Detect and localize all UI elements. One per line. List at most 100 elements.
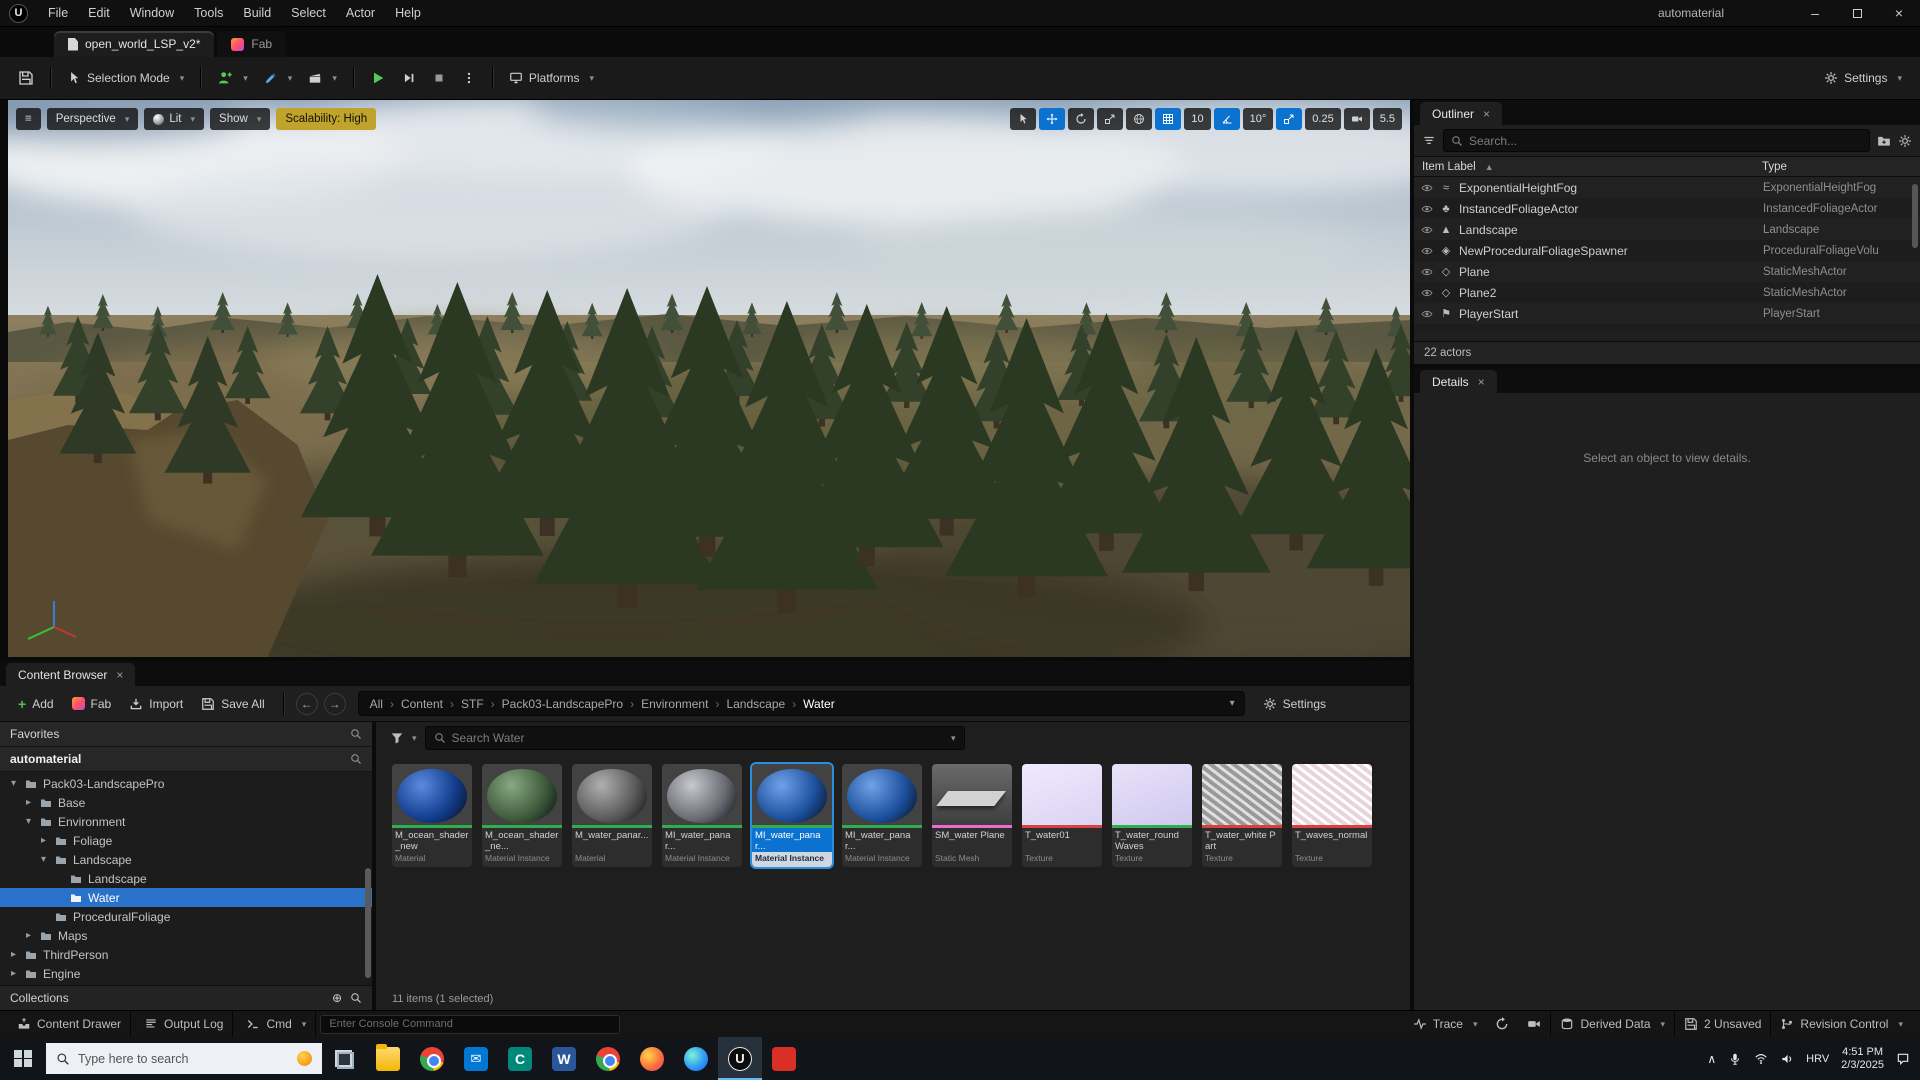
asset-tile[interactable]: T_water01 Texture [1022,764,1102,867]
asset-tile[interactable]: M_ocean_shader_new Material [392,764,472,867]
rotation-snap-toggle[interactable] [1214,108,1240,130]
outliner-row[interactable]: ⚑ PlayerStart PlayerStart [1414,303,1920,324]
expander-caret-icon[interactable]: ▸ [8,949,19,960]
breadcrumb-item[interactable]: Water› [801,697,837,711]
folder-tree-item[interactable]: ▾ Environment [0,812,372,831]
outliner-row[interactable]: ◈ NewProceduralFoliageSpawner Procedural… [1414,240,1920,261]
project-root-section[interactable]: automaterial [0,747,372,772]
visibility-eye-icon[interactable] [1421,203,1433,215]
unreal-logo-icon[interactable]: U [9,4,28,23]
frame-skip-button[interactable] [394,63,424,93]
revision-control-dropdown[interactable]: Revision Control▾ [1771,1011,1912,1037]
folder-tree-item[interactable]: ▾ Landscape [0,850,372,869]
search-icon[interactable] [350,992,362,1004]
expander-caret-icon[interactable]: ▾ [38,854,49,865]
search-options-caret[interactable]: ▾ [951,733,956,744]
folder-tree-item[interactable]: ▸ Engine [0,964,372,983]
breadcrumb-item[interactable]: All› [368,697,399,711]
trace-dropdown[interactable]: Trace▾ [1404,1011,1487,1037]
menu-item[interactable]: Help [385,0,431,26]
outliner-scrollbar[interactable] [1912,184,1918,248]
expander-caret-icon[interactable]: ▸ [8,968,19,979]
save-button[interactable] [10,63,42,93]
selection-mode-dropdown[interactable]: Selection Mode ▾ [59,63,192,93]
content-browser-tab[interactable]: Content Browser × [6,663,135,686]
language-indicator[interactable]: HRV [1806,1053,1829,1065]
asset-tile[interactable]: MI_water_panar... Material Instance [662,764,742,867]
tab-level[interactable]: open_world_LSP_v2* [54,31,214,57]
outliner-search-input[interactable] [1469,134,1862,148]
rotate-tool-button[interactable] [1068,108,1094,130]
close-icon[interactable]: × [1483,107,1490,121]
screenshot-button[interactable] [1518,1011,1551,1037]
column-type[interactable]: Type [1762,161,1912,173]
add-actor-button[interactable]: ▾ [209,63,256,93]
taskbar-app-chrome-2[interactable] [586,1037,630,1080]
favorites-section[interactable]: Favorites [0,722,372,747]
visibility-eye-icon[interactable] [1421,245,1433,257]
show-dropdown[interactable]: Show▾ [210,108,270,130]
rotation-snap-value[interactable]: 10° [1243,108,1274,130]
search-highlights-icon[interactable] [297,1051,312,1066]
unsaved-changes-button[interactable]: 2 Unsaved [1675,1011,1771,1037]
close-button[interactable]: × [1878,0,1920,26]
menu-item[interactable]: Edit [78,0,120,26]
taskbar-app-task-view[interactable] [322,1037,366,1080]
outliner-row[interactable]: ▲ Landscape Landscape [1414,219,1920,240]
outliner-filter-icon[interactable] [1422,134,1436,148]
search-icon[interactable] [350,753,362,765]
folder-tree-item[interactable]: Landscape [0,869,372,888]
viewport-menu-button[interactable]: ≡ [16,108,41,130]
cinematics-dropdown[interactable]: ▾ [300,63,345,93]
play-button[interactable] [362,63,394,93]
visibility-eye-icon[interactable] [1421,182,1433,194]
console-command-input[interactable] [320,1015,620,1034]
cmd-dropdown[interactable]: Cmd▾ [237,1011,316,1037]
visibility-eye-icon[interactable] [1421,308,1433,320]
menu-item[interactable]: Build [233,0,281,26]
menu-item[interactable]: Select [281,0,336,26]
folder-tree-item[interactable]: ▸ Foliage [0,831,372,850]
sidebar-scrollbar[interactable] [365,868,371,978]
outliner-row[interactable]: ≈ ExponentialHeightFog ExponentialHeight… [1414,177,1920,198]
derived-data-dropdown[interactable]: Derived Data▾ [1551,1011,1675,1037]
expander-caret-icon[interactable]: ▾ [23,816,34,827]
menu-item[interactable]: Window [120,0,184,26]
expander-caret-icon[interactable]: ▾ [8,778,19,789]
outliner-row[interactable]: ◇ Plane StaticMeshActor [1414,261,1920,282]
collections-section[interactable]: Collections ⊕ [0,985,372,1010]
notifications-icon[interactable] [1896,1052,1910,1066]
grid-snap-toggle[interactable] [1155,108,1181,130]
maximize-button[interactable] [1836,0,1878,26]
folder-tree-item[interactable]: ProceduralFoliage [0,907,372,926]
select-tool-button[interactable] [1010,108,1036,130]
platforms-dropdown[interactable]: Platforms ▾ [501,63,602,93]
play-options-kebab[interactable] [454,63,484,93]
expander-caret-icon[interactable]: ▸ [23,930,34,941]
taskbar-app-mail[interactable]: ✉ [454,1037,498,1080]
scale-snap-value[interactable]: 0.25 [1305,108,1340,130]
content-drawer-button[interactable]: Content Drawer [8,1011,131,1037]
taskbar-app-chrome[interactable] [410,1037,454,1080]
output-log-button[interactable]: Output Log [135,1011,233,1037]
grid-snap-value[interactable]: 10 [1184,108,1210,130]
path-history-caret[interactable]: ▾ [1230,698,1235,709]
close-icon[interactable]: × [1478,375,1485,389]
breadcrumb-item[interactable]: Environment› [639,697,724,711]
folder-tree-item[interactable]: ▸ ThirdPerson [0,945,372,964]
network-icon[interactable] [1754,1052,1768,1066]
back-button[interactable]: ← [296,693,318,715]
expander-caret-icon[interactable]: ▸ [38,835,49,846]
taskbar-app-dev[interactable]: C [498,1037,542,1080]
expander-caret-icon[interactable]: ▸ [23,797,34,808]
filter-button[interactable]: ▾ [390,731,417,745]
asset-tile[interactable]: M_ocean_shader_ne... Material Instance [482,764,562,867]
blueprints-dropdown[interactable]: ▾ [256,63,301,93]
breadcrumb-item[interactable]: Landscape› [724,697,801,711]
folder-tree-item[interactable]: ▸ Base [0,793,372,812]
tray-expand-caret[interactable]: ∧ [1707,1052,1716,1066]
camera-speed-value[interactable]: 5.5 [1373,108,1402,130]
taskbar-app-edge[interactable] [674,1037,718,1080]
menu-item[interactable]: Actor [336,0,385,26]
breadcrumb-item[interactable]: Content› [399,697,459,711]
